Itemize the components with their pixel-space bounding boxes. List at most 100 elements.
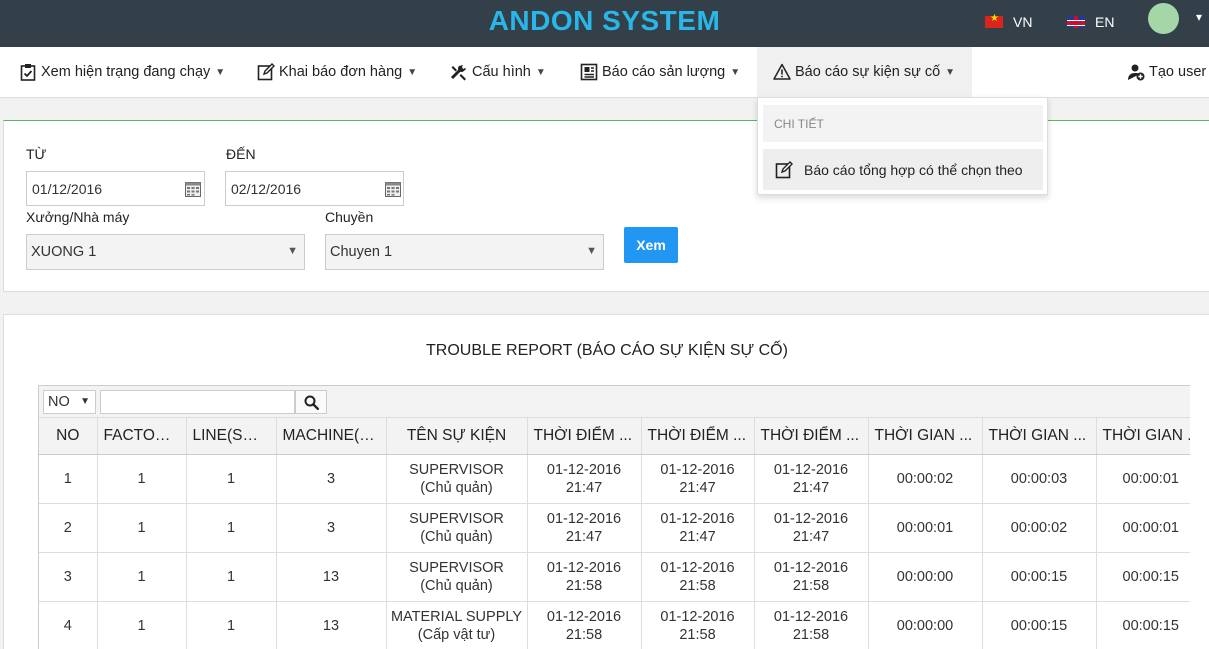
cell-event: SUPERVISOR (Chủ quản) [386, 503, 528, 553]
column-header-event-name[interactable]: TÊN SỰ KIỆN [386, 418, 528, 455]
time: 21:58 [679, 626, 716, 643]
table-row[interactable]: 3 1 1 13 SUPERVISOR (Chủ quản) 01-12-2016… [39, 552, 1190, 602]
cell-machine: 13 [276, 552, 387, 602]
cell-factory: 1 [97, 454, 187, 504]
table-toolbar: NO ▼ [39, 386, 1190, 418]
date: 01-12-2016 [660, 559, 735, 576]
calendar-icon[interactable] [383, 172, 403, 205]
cell-time-2: 01-12-2016 21:47 [641, 454, 755, 504]
cell-machine: 13 [276, 601, 387, 649]
create-user-button[interactable]: Tạo user [1127, 47, 1206, 97]
calendar-icon[interactable] [183, 172, 203, 205]
time: 21:47 [565, 479, 603, 496]
nav-current-status[interactable]: Xem hiện trạng đang chạy ▼ [19, 47, 225, 97]
language-en-label: EN [1095, 14, 1115, 30]
time: 21:47 [792, 479, 830, 496]
search-column-select[interactable]: NO ▼ [43, 390, 96, 414]
menu-item-label: Báo cáo tổng hợp có thể chọn theo [804, 161, 1023, 178]
chevron-down-icon: ▼ [730, 66, 741, 78]
column-header-no[interactable]: NO [39, 418, 98, 455]
cell-time-3: 01-12-2016 21:47 [754, 503, 869, 553]
cell-duration-3: 00:00:15 [1096, 552, 1190, 602]
factory-select[interactable]: XUONG 1 ▼ [26, 234, 305, 270]
time: 21:58 [565, 626, 603, 643]
nav-label: Xem hiện trạng đang chạy [41, 64, 211, 80]
column-header-duration-3[interactable]: THỜI GIAN ... [1096, 418, 1190, 455]
nav-label: Báo cáo sản lượng [602, 64, 726, 80]
language-vn[interactable]: VN [985, 13, 1033, 30]
column-header-time-1[interactable]: THỜI ĐIỂM ... [527, 418, 642, 455]
cell-duration-2: 00:00:03 [982, 454, 1097, 504]
date: 01-12-2016 [660, 510, 735, 527]
to-label: ĐẾN [226, 146, 256, 162]
cell-machine: 3 [276, 454, 387, 504]
search-button[interactable] [295, 390, 327, 414]
cell-time-1: 01-12-2016 21:47 [527, 503, 642, 553]
chevron-down-icon: ▼ [586, 245, 597, 257]
edit-icon [775, 160, 793, 178]
event-name-vi: (Cấp vật tư) [417, 626, 496, 643]
nav-production-report[interactable]: Báo cáo sản lượng ▼ [580, 47, 740, 97]
cell-duration-1: 00:00:01 [868, 503, 983, 553]
nav-order-declaration[interactable]: Khai báo đơn hàng ▼ [257, 47, 417, 97]
tools-icon [450, 65, 466, 81]
event-name-vi: (Chủ quản) [420, 528, 493, 545]
column-header-factory[interactable]: FACTORY(... [97, 418, 187, 455]
search-column-value: NO [48, 394, 70, 410]
cell-event: SUPERVISOR (Chủ quản) [386, 552, 528, 602]
column-header-duration-1[interactable]: THỜI GIAN ... [868, 418, 983, 455]
report-title: TROUBLE REPORT (BÁO CÁO SỰ KIỆN SỰ CỐ) [426, 342, 788, 359]
factory-label: Xưởng/Nhà máy [26, 209, 130, 225]
time: 21:47 [679, 528, 716, 545]
language-vn-label: VN [1013, 14, 1033, 30]
cell-duration-2: 00:00:02 [982, 503, 1097, 553]
date: 01-12-2016 [546, 510, 622, 527]
column-header-machine[interactable]: MACHINE(S... [276, 418, 387, 455]
trouble-report-table: NO FACTORY(... LINE(SỐ ... MACHINE(S... … [39, 418, 1190, 649]
table-row[interactable]: 4 1 1 13 MATERIAL SUPPLY (Cấp vật tư) 01-… [39, 601, 1190, 649]
time: 21:58 [565, 577, 603, 594]
event-name: SUPERVISOR [409, 461, 504, 478]
to-date-input[interactable] [225, 171, 404, 206]
cell-duration-1: 00:00:00 [868, 552, 983, 602]
date: 01-12-2016 [546, 461, 622, 478]
nav-label: Báo cáo sự kiện sự cố [795, 64, 941, 80]
column-header-duration-2[interactable]: THỜI GIAN ... [982, 418, 1097, 455]
dropdown-header: CHI TIẾT [763, 105, 1043, 142]
table-search-input[interactable] [100, 390, 295, 414]
chevron-down-icon[interactable]: ▾ [1196, 10, 1202, 24]
date: 01-12-2016 [773, 510, 849, 527]
warning-icon [773, 63, 791, 80]
cell-duration-3: 00:00:15 [1096, 601, 1190, 649]
view-button[interactable]: Xem [624, 227, 678, 263]
main-navbar: Xem hiện trạng đang chạy ▼ Khai báo đơn … [0, 47, 1209, 98]
nav-label: Khai báo đơn hàng [279, 64, 403, 80]
from-date-input[interactable] [26, 171, 205, 206]
cell-duration-3: 00:00:01 [1096, 503, 1190, 553]
column-header-time-2[interactable]: THỜI ĐIỂM ... [641, 418, 755, 455]
cell-time-2: 01-12-2016 21:58 [641, 552, 755, 602]
nav-incident-report[interactable]: Báo cáo sự kiện sự cố ▼ [757, 47, 972, 97]
cell-line: 1 [186, 454, 277, 504]
summary-report-menu-item[interactable]: Báo cáo tổng hợp có thể chọn theo [763, 149, 1043, 190]
table-row[interactable]: 1 1 1 3 SUPERVISOR (Chủ quản) 01-12-2016 2… [39, 454, 1190, 504]
user-avatar[interactable] [1148, 3, 1179, 34]
language-en[interactable]: EN [1067, 14, 1114, 30]
date: 01-12-2016 [773, 608, 849, 625]
cell-time-3: 01-12-2016 21:58 [754, 601, 869, 649]
cell-factory: 1 [97, 503, 187, 553]
nav-label: Cấu hình [472, 64, 531, 80]
table-row[interactable]: 2 1 1 3 SUPERVISOR (Chủ quản) 01-12-2016 2… [39, 503, 1190, 553]
search-icon [304, 395, 319, 410]
column-header-time-3[interactable]: THỜI ĐIỂM ... [754, 418, 869, 455]
chevron-down-icon: ▼ [215, 66, 226, 78]
uk-flag-icon [1067, 16, 1085, 28]
column-header-line[interactable]: LINE(SỐ ... [186, 418, 277, 455]
line-select[interactable]: Chuyen 1 ▼ [325, 234, 604, 270]
chevron-down-icon: ▼ [287, 245, 298, 257]
cell-event: SUPERVISOR (Chủ quản) [386, 454, 528, 504]
date: 01-12-2016 [773, 461, 849, 478]
event-name: SUPERVISOR [409, 559, 504, 576]
top-bar: ANDON SYSTEM VN EN ▾ [0, 0, 1209, 47]
nav-configuration[interactable]: Cấu hình ▼ [450, 47, 546, 97]
